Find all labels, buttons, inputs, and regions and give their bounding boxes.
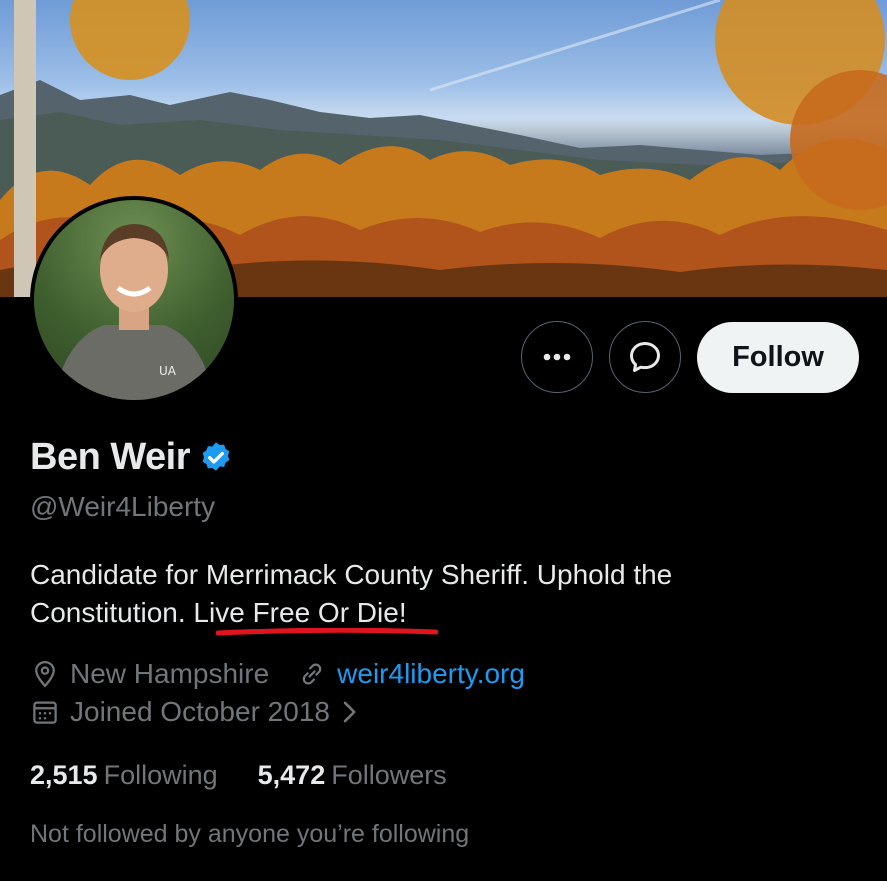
profile-bio: Candidate for Merrimack County Sheriff. … <box>30 556 790 632</box>
followers-label: Followers <box>331 760 447 790</box>
profile-avatar[interactable]: UA <box>30 196 238 404</box>
more-options-button[interactable] <box>521 321 593 393</box>
following-stat-link[interactable]: 2,515 Following <box>30 760 218 791</box>
svg-text:UA: UA <box>159 364 177 378</box>
more-horizontal-icon <box>543 353 571 361</box>
follow-stats: 2,515 Following 5,472 Followers <box>30 760 487 791</box>
location-item: New Hampshire <box>30 658 269 690</box>
joined-row[interactable]: Joined October 2018 <box>30 696 386 728</box>
name-row: Ben Weir <box>30 436 234 479</box>
website-link[interactable]: weir4liberty.org <box>337 658 525 690</box>
link-icon <box>302 663 322 685</box>
bio-highlight-text: Live Free Or Die! <box>193 597 407 628</box>
avatar-photo: UA <box>34 200 234 400</box>
followers-stat-link[interactable]: 5,472 Followers <box>258 760 447 791</box>
joined-item[interactable]: Joined October 2018 <box>30 696 358 728</box>
location-text: New Hampshire <box>70 658 270 689</box>
message-button[interactable] <box>609 321 681 393</box>
website-item[interactable]: weir4liberty.org <box>297 658 525 690</box>
display-name: Ben Weir <box>30 436 191 478</box>
location-pin-icon <box>35 660 55 688</box>
joined-text: Joined October 2018 <box>70 696 330 727</box>
profile-meta-row: New Hampshire weir4liberty.org <box>30 658 553 690</box>
user-handle: @Weir4Liberty <box>30 491 216 522</box>
chevron-right-icon <box>343 701 356 723</box>
follow-button[interactable]: Follow <box>697 322 859 393</box>
following-label: Following <box>103 760 218 790</box>
following-count: 2,515 <box>30 760 98 790</box>
followed-by-text: Not followed by anyone you’re following <box>30 820 470 848</box>
followers-count: 5,472 <box>257 760 326 790</box>
calendar-icon <box>33 701 57 724</box>
red-underline-annotation <box>216 628 438 636</box>
verified-badge-icon[interactable] <box>198 440 234 476</box>
message-bubble-icon <box>630 342 660 372</box>
